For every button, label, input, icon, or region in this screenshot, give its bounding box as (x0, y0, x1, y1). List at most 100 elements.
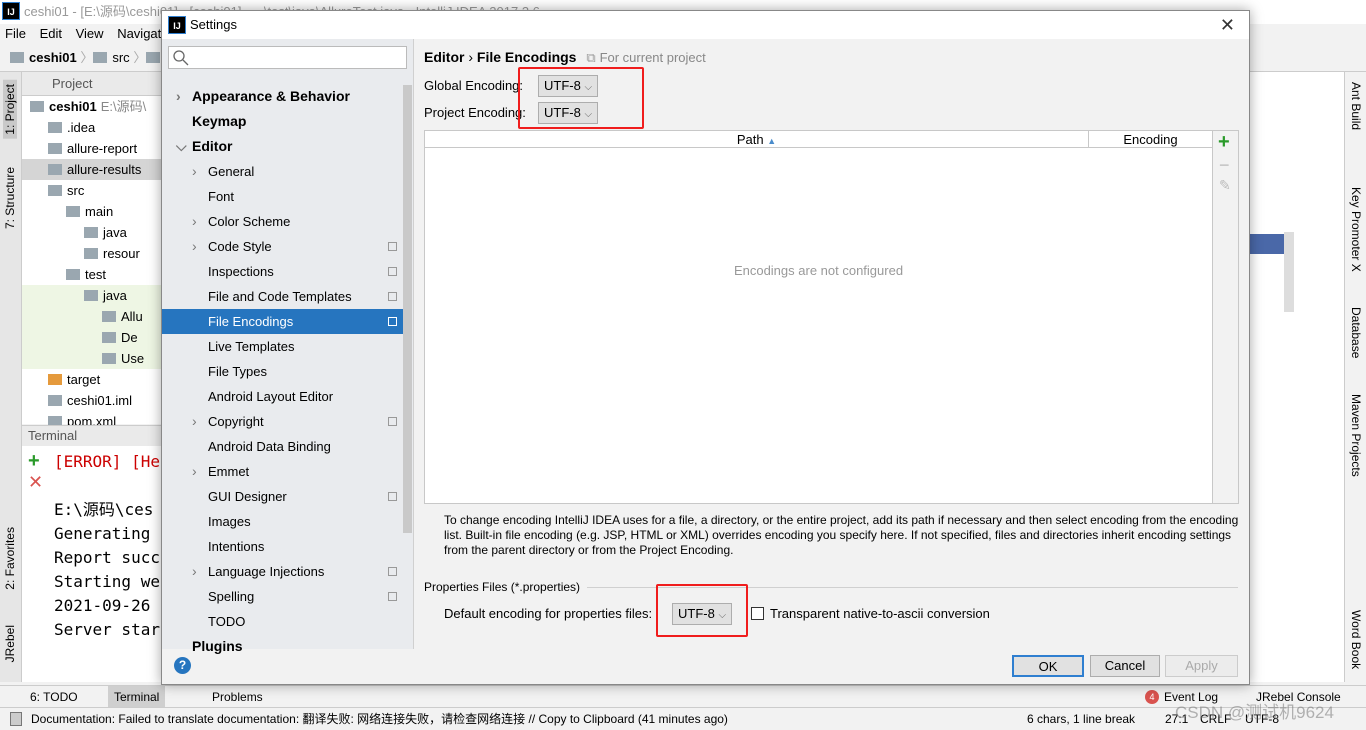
terminal-line: 2021-09-26 (54, 596, 160, 615)
menu-view[interactable]: View (76, 26, 104, 41)
settings-dialog: IJ Settings ✕ › Appearance & Behavior Keym… (161, 10, 1250, 685)
menu-edit[interactable]: Edit (40, 26, 62, 41)
status-message[interactable]: Documentation: Failed to translate docum… (31, 708, 728, 730)
tree-item[interactable]: ceshi01.iml (22, 390, 162, 411)
nav-item-file-and-code-templates[interactable]: File and Code Templates (162, 284, 403, 309)
nav-item-editor[interactable]: ⌵ Editor (162, 134, 403, 159)
tree-item[interactable]: allure-results (22, 159, 162, 180)
panel-toggle-icon[interactable] (10, 712, 22, 726)
tree-item[interactable]: .idea (22, 117, 162, 138)
nav-item-android-layout-editor[interactable]: Android Layout Editor (162, 384, 403, 409)
tree-item[interactable]: ceshi01 E:\源码\ (22, 96, 162, 117)
edit-icon[interactable]: ✎ (1219, 177, 1231, 194)
settings-sidebar: › Appearance & Behavior Keymap ⌵ Editor › Gene… (162, 39, 414, 654)
nav-item-images[interactable]: Images (162, 509, 403, 534)
tree-item[interactable]: java (22, 222, 162, 243)
nav-item-inspections[interactable]: Inspections (162, 259, 403, 284)
sidebar-scrollbar[interactable] (403, 85, 412, 533)
tree-item[interactable]: main (22, 201, 162, 222)
terminal-output[interactable]: [ERROR] [He E:\源码\ces Generating Report su… (54, 450, 160, 642)
tree-item-label: Allu (121, 309, 143, 324)
nav-item-label: Images (208, 514, 251, 529)
nav-item-emmet[interactable]: › Emmet (162, 459, 403, 484)
tree-item[interactable]: src (22, 180, 162, 201)
breadcrumb-project[interactable]: ceshi01 (29, 50, 77, 65)
tab-key-promoter[interactable]: Key Promoter X (1349, 187, 1363, 272)
nav-item-keymap[interactable]: Keymap (162, 109, 403, 134)
nav-item-gui-designer[interactable]: GUI Designer (162, 484, 403, 509)
nav-item-appearance-behavior[interactable]: › Appearance & Behavior (162, 84, 403, 109)
nav-item-label: Editor (192, 138, 233, 154)
chevron-right-icon[interactable]: › (192, 159, 197, 184)
nav-item-language-injections[interactable]: › Language Injections (162, 559, 403, 584)
nav-item-general[interactable]: › General (162, 159, 403, 184)
column-header-path[interactable]: Path ▲ (425, 131, 1089, 148)
column-header-encoding[interactable]: Encoding (1089, 131, 1212, 148)
chevron-right-icon[interactable]: › (192, 234, 197, 259)
tree-item[interactable]: resour (22, 243, 162, 264)
breadcrumb-src[interactable]: src (112, 50, 129, 65)
ok-button[interactable]: OK (1012, 655, 1084, 677)
nav-item-live-templates[interactable]: Live Templates (162, 334, 403, 359)
help-icon[interactable]: ? (174, 657, 191, 674)
settings-search-input[interactable] (168, 46, 407, 69)
tree-item[interactable]: test (22, 264, 162, 285)
project-scope-icon (388, 317, 397, 326)
add-icon[interactable]: + (1218, 131, 1230, 154)
tree-item[interactable]: java (22, 285, 162, 306)
content-breadcrumb: Editor › File Encodings ⧉ For current pr… (424, 49, 706, 66)
tab-terminal[interactable]: Terminal (108, 686, 166, 708)
menu-file[interactable]: File (5, 26, 26, 41)
tab-database[interactable]: Database (1349, 307, 1363, 358)
chevron-right-icon[interactable]: › (192, 559, 197, 584)
folder-icon (30, 101, 44, 112)
chevron-right-icon[interactable]: › (192, 409, 197, 434)
tree-item-label: test (85, 267, 106, 282)
tree-item[interactable]: target (22, 369, 162, 390)
nav-item-todo[interactable]: TODO (162, 609, 403, 634)
nav-item-color-scheme[interactable]: › Color Scheme (162, 209, 403, 234)
tab-structure[interactable]: 7: Structure (3, 167, 17, 229)
dialog-title: Settings (190, 17, 237, 32)
nav-item-file-types[interactable]: File Types (162, 359, 403, 384)
nav-item-intentions[interactable]: Intentions (162, 534, 403, 559)
tab-word-book[interactable]: Word Book (1349, 610, 1363, 669)
tree-item[interactable]: Use (22, 348, 162, 369)
nav-item-font[interactable]: Font (162, 184, 403, 209)
tree-item[interactable]: Allu (22, 306, 162, 327)
tab-problems[interactable]: Problems (212, 686, 263, 708)
editor-minimap (1250, 72, 1344, 682)
close-session-icon[interactable]: ✕ (28, 472, 43, 493)
remove-icon[interactable]: − (1219, 155, 1230, 176)
nav-item-plugins[interactable]: Plugins (162, 634, 403, 659)
global-encoding-label: Global Encoding: (424, 78, 524, 93)
tree-item[interactable]: allure-report (22, 138, 162, 159)
chevron-right-icon[interactable]: › (176, 84, 181, 109)
new-session-icon[interactable]: + (28, 450, 40, 473)
apply-button[interactable]: Apply (1165, 655, 1238, 677)
nav-item-file-encodings[interactable]: File Encodings (162, 309, 403, 334)
terminal-panel: Terminal + ✕ [ERROR] [He E:\源码\ces Generat… (22, 425, 162, 682)
nav-item-code-style[interactable]: › Code Style (162, 234, 403, 259)
editor-scrollbar[interactable] (1284, 232, 1294, 312)
folder-icon (93, 52, 108, 63)
cancel-button[interactable]: Cancel (1090, 655, 1160, 677)
chevron-down-icon[interactable]: ⌵ (176, 134, 187, 159)
tab-ant-build[interactable]: Ant Build (1349, 82, 1363, 130)
chevron-right-icon[interactable]: › (192, 209, 197, 234)
tab-favorites[interactable]: 2: Favorites (3, 527, 17, 590)
tab-project[interactable]: 1: Project (3, 80, 17, 139)
chevron-right-icon[interactable]: › (192, 459, 197, 484)
nav-item-spelling[interactable]: Spelling (162, 584, 403, 609)
tab-jrebel[interactable]: JRebel (3, 625, 17, 662)
nav-item-android-data-binding[interactable]: Android Data Binding (162, 434, 403, 459)
nav-item-label: Spelling (208, 589, 255, 604)
project-scope-icon (388, 417, 397, 426)
close-icon[interactable]: ✕ (1220, 11, 1235, 39)
native-to-ascii-checkbox[interactable] (751, 607, 764, 620)
tree-item[interactable]: De (22, 327, 162, 348)
nav-item-copyright[interactable]: › Copyright (162, 409, 403, 434)
native-to-ascii-label[interactable]: Transparent native-to-ascii conversion (770, 606, 990, 621)
tab-todo[interactable]: 6: TODO (30, 686, 78, 708)
tab-maven[interactable]: Maven Projects (1349, 394, 1363, 477)
